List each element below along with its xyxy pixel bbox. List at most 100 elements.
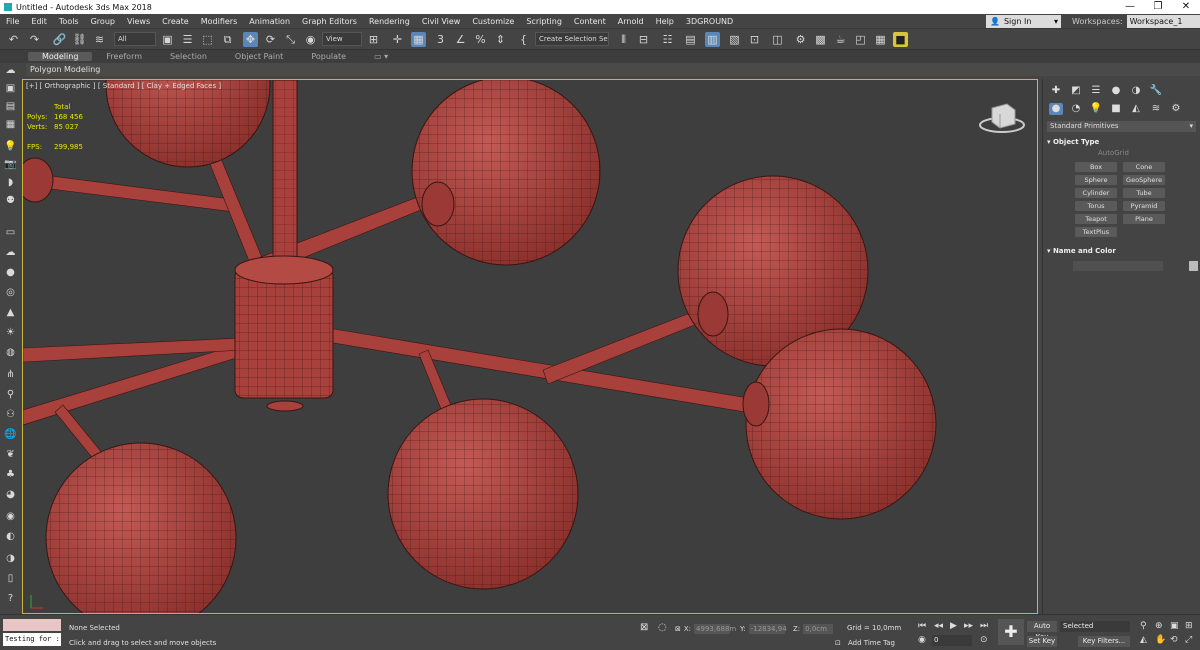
autogrid-checkbox[interactable]: AutoGrid xyxy=(1098,149,1200,157)
coord-y-input[interactable]: -12834,94 xyxy=(748,624,787,634)
cone-icon[interactable]: ▲ xyxy=(3,306,18,320)
menu-file[interactable]: File xyxy=(0,17,25,26)
people-icon[interactable]: ⚉ xyxy=(3,194,18,208)
helpers-icon[interactable]: ◭ xyxy=(1129,103,1143,115)
scene-explorer-icon[interactable]: ☷ xyxy=(660,32,675,47)
menu-content[interactable]: Content xyxy=(568,17,612,26)
hair-icon[interactable]: ⋔ xyxy=(3,368,18,382)
curve-editor-icon[interactable]: ▧ xyxy=(727,32,742,47)
minimize-button[interactable]: — xyxy=(1116,0,1144,14)
zoom-all-icon[interactable]: ⊕ xyxy=(1155,621,1163,631)
menu-tools[interactable]: Tools xyxy=(53,17,85,26)
container-icon[interactable]: ☁ xyxy=(3,64,18,78)
spinner-snap-icon[interactable]: ⇕ xyxy=(493,32,508,47)
box-object-icon[interactable]: ▭ xyxy=(3,226,18,240)
cloud-icon[interactable]: ☁ xyxy=(3,246,18,260)
material-editor-icon[interactable]: ◫ xyxy=(770,32,785,47)
menu-arnold[interactable]: Arnold xyxy=(612,17,650,26)
absolute-mode-icon[interactable]: ⊠ xyxy=(675,625,681,633)
keyboard-shortcut-override-icon[interactable]: ▦ xyxy=(411,32,426,47)
viewcube-icon[interactable] xyxy=(979,103,1025,133)
zoom-extents-icon[interactable]: ▣ xyxy=(1170,621,1179,631)
cameras-icon[interactable]: ■ xyxy=(1109,103,1123,115)
menu-3dground[interactable]: 3DGROUND xyxy=(680,17,739,26)
menu-views[interactable]: Views xyxy=(121,17,156,26)
coord-z-input[interactable]: 0,0cm xyxy=(803,624,834,634)
ribbon-tab-selection[interactable]: Selection xyxy=(156,52,221,61)
tree-icon[interactable]: ♣ xyxy=(3,468,18,482)
play-icon[interactable]: ▶ xyxy=(950,621,957,631)
create-tab-icon[interactable]: ✚ xyxy=(1049,85,1063,97)
plugin-yellow-icon[interactable]: ■ xyxy=(893,32,908,47)
previous-frame-icon[interactable]: ◂◂ xyxy=(934,621,943,631)
zoom-extents-all-icon[interactable]: ⊞ xyxy=(1185,621,1193,631)
unlink-icon[interactable]: ⛓ xyxy=(72,32,87,47)
current-frame-input[interactable]: 0 xyxy=(932,635,972,646)
select-move-icon[interactable]: ✥ xyxy=(243,32,258,47)
color-swatch-icon[interactable]: ◐ xyxy=(3,530,18,544)
teapot-button[interactable]: Teapot xyxy=(1075,214,1117,224)
name-and-color-rollout[interactable]: ▾ Name and Color xyxy=(1047,247,1196,255)
lock-selection-icon[interactable]: ⊠ xyxy=(640,622,648,633)
pan-icon[interactable]: ✋ xyxy=(1155,635,1166,645)
set-key-button[interactable]: Set Key xyxy=(1027,636,1057,647)
cone-button[interactable]: Cone xyxy=(1123,162,1165,172)
explorer-icon[interactable]: ▣ xyxy=(3,82,18,96)
key-mode-dropdown[interactable]: Selected xyxy=(1060,621,1130,632)
sound-icon[interactable]: ◗ xyxy=(3,176,18,190)
time-config-icon[interactable]: ◉ xyxy=(918,635,926,645)
render-production-icon[interactable]: ☕ xyxy=(833,32,848,47)
maxscript-input[interactable]: Testing for : xyxy=(3,633,61,646)
select-object-icon[interactable]: ▣ xyxy=(160,32,175,47)
named-selection-dropdown[interactable]: Create Selection Se xyxy=(535,32,609,46)
help-icon[interactable]: ? xyxy=(3,592,18,606)
angle-snap-icon[interactable]: ∠ xyxy=(453,32,468,47)
set-key-plus-icon[interactable]: ✚ xyxy=(998,619,1024,645)
go-to-end-icon[interactable]: ⏭ xyxy=(980,621,988,631)
menu-civil-view[interactable]: Civil View xyxy=(416,17,467,26)
box-button[interactable]: Box xyxy=(1075,162,1117,172)
select-scale-icon[interactable]: ⤡ xyxy=(283,32,298,47)
snaps-toggle-icon[interactable]: 3 xyxy=(433,32,448,47)
percent-snap-icon[interactable]: % xyxy=(473,32,488,47)
viewport-label[interactable]: [+] [ Orthographic ] [ Standard ] [ Clay… xyxy=(26,82,221,90)
material-ball-icon[interactable]: ◕ xyxy=(3,488,18,502)
primitive-category-dropdown[interactable]: Standard Primitives xyxy=(1047,121,1196,132)
window-crossing-icon[interactable]: ⧉ xyxy=(220,32,235,47)
maxscript-listener-output[interactable] xyxy=(3,619,61,631)
rendered-frame-window-icon[interactable]: ▩ xyxy=(813,32,828,47)
geosphere-button[interactable]: GeoSphere xyxy=(1123,175,1165,185)
maximize-viewport-icon[interactable]: ⤢ xyxy=(1185,635,1192,645)
menu-group[interactable]: Group xyxy=(85,17,121,26)
align-icon[interactable]: ⊟ xyxy=(636,32,651,47)
grid-icon[interactable]: ▦ xyxy=(3,118,18,132)
object-color-swatch[interactable] xyxy=(1189,261,1198,271)
pivot-center-icon[interactable]: ⊞ xyxy=(366,32,381,47)
fov-icon[interactable]: ◭ xyxy=(1140,635,1147,645)
link-icon[interactable]: 🔗 xyxy=(52,32,67,47)
sky-icon[interactable]: ◍ xyxy=(3,346,18,360)
cylinder-button[interactable]: Cylinder xyxy=(1075,188,1117,198)
next-frame-icon[interactable]: ▸▸ xyxy=(964,621,973,631)
render-setup-icon[interactable]: ⚙ xyxy=(793,32,808,47)
tube-button[interactable]: Tube xyxy=(1123,188,1165,198)
select-place-icon[interactable]: ◉ xyxy=(303,32,318,47)
menu-rendering[interactable]: Rendering xyxy=(363,17,416,26)
menu-edit[interactable]: Edit xyxy=(25,17,53,26)
redo-icon[interactable]: ↷ xyxy=(27,32,42,47)
motion-tab-icon[interactable]: ● xyxy=(1109,85,1123,97)
modify-tab-icon[interactable]: ◩ xyxy=(1069,85,1083,97)
select-by-name-icon[interactable]: ☰ xyxy=(180,32,195,47)
mirror-icon[interactable]: ⫴ xyxy=(616,32,631,47)
sign-in-button[interactable]: 👤 Sign In ▾ xyxy=(986,15,1061,28)
layer-explorer-icon[interactable]: ▤ xyxy=(683,32,698,47)
maximize-button[interactable]: ❐ xyxy=(1144,0,1172,14)
person-run-icon[interactable]: ⚇ xyxy=(3,408,18,422)
eye-icon[interactable]: ◎ xyxy=(3,286,18,300)
display-tab-icon[interactable]: ◑ xyxy=(1129,85,1143,97)
systems-icon[interactable]: ⚙ xyxy=(1169,103,1183,115)
textplus-button[interactable]: TextPlus xyxy=(1075,227,1117,237)
ribbon-tab-modeling[interactable]: Modeling xyxy=(28,52,93,61)
shapes-icon[interactable]: ◔ xyxy=(1069,103,1083,115)
polygon-modeling-panel-label[interactable]: Polygon Modeling xyxy=(30,65,100,74)
